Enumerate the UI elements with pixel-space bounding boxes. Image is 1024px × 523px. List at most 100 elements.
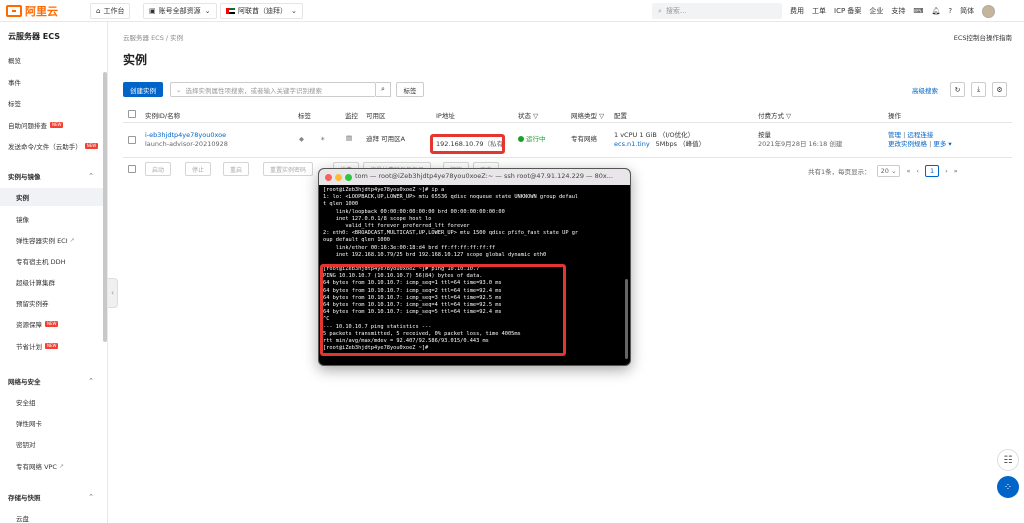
sidebar-item-eci[interactable]: 弹性容器实例 ECI ↗ (0, 231, 104, 249)
terminal-title: tom — root@iZeb3hjdtp4ye78you0xoeZ:~ — s… (355, 172, 613, 180)
sidebar-item-reserved[interactable]: 预留实例券 (0, 294, 104, 312)
page-size-select[interactable]: 20 ⌄ (876, 165, 901, 177)
reset-password-button[interactable]: 重置实例密码 (263, 162, 314, 176)
sidebar-item-cloud-assistant[interactable]: 发送命令/文件（云助手） NEW (0, 137, 104, 155)
sidebar-item-overview[interactable]: 概览 (0, 51, 104, 69)
top-link-icp[interactable]: ICP 备案 (834, 6, 861, 16)
filter-search-input[interactable]: ⌄ 选择实例属性项搜索，或者输入关键字识别搜索 (170, 82, 376, 97)
terminal-line: link/ether 00:16:3e:00:18:d4 brd ff:ff:f… (323, 244, 496, 251)
bell-icon[interactable]: 🔔︎ (932, 7, 941, 15)
terminal-line: inet 192.168.10.79/25 brd 192.168.10.127… (323, 251, 547, 258)
col-pay[interactable]: 付费方式 ▽ (758, 110, 791, 120)
restart-button[interactable]: 重启 (223, 162, 250, 176)
sidebar-group-storage[interactable]: 存储与快照 ⌃ (0, 488, 104, 506)
region-dropdown[interactable]: 阿联酋（迪拜） ⌄ (220, 3, 303, 19)
filter-icon: ▽ (784, 112, 792, 120)
close-window-icon[interactable] (325, 173, 332, 181)
col-tags: 标签 (298, 112, 311, 120)
terminal-line: [root@iZeb3hjdtp4ye78you0xoeZ ~]# ip a (323, 187, 445, 193)
sidebar-item-vpc[interactable]: 专有网络 VPC ↗ (0, 457, 104, 475)
terminal-titlebar[interactable]: tom — root@iZeb3hjdtp4ye78you0xoeZ:~ — s… (319, 169, 630, 185)
top-link-enterprise[interactable]: 企业 (869, 6, 883, 16)
sidebar-item-ddh[interactable]: 专有宿主机 DDH (0, 252, 104, 270)
sidebar-item-resource-guarantee[interactable]: 资源保障 NEW (0, 315, 104, 333)
sidebar-item-scc[interactable]: 超级计算集群 (0, 273, 104, 291)
connect-icon[interactable]: ✶ (320, 135, 325, 144)
sidebar-title: 云服务器 ECS (8, 32, 61, 41)
monitor-icon[interactable]: ▤ (346, 134, 352, 143)
chevron-up-icon: ⌃ (88, 172, 94, 180)
external-link-icon: ↗ (69, 236, 75, 244)
new-badge: NEW (84, 143, 99, 149)
check-circle-icon (518, 136, 524, 142)
row-checkbox[interactable] (128, 136, 136, 144)
global-search-input[interactable]: ⌕ 搜索... (652, 3, 782, 19)
feedback-button[interactable]: ☷ (997, 449, 1019, 471)
remote-connect-link[interactable]: 远程连接 (907, 131, 933, 139)
col-monitor: 监控 (345, 112, 358, 120)
sidebar-scrollbar[interactable] (103, 72, 107, 342)
prev-page-button[interactable]: ‹ (916, 167, 919, 175)
aliyun-logo[interactable]: 阿里云 (6, 4, 58, 18)
network-type: 专有网络 (571, 135, 597, 143)
settings-button[interactable]: ⚙ (992, 82, 1007, 97)
sidebar-item-disk[interactable]: 云盘 (0, 509, 104, 523)
top-link-fee[interactable]: 费用 (790, 6, 804, 16)
sidebar-item-events[interactable]: 事件 (0, 73, 104, 91)
app-grid-button[interactable]: ⁘ (997, 476, 1019, 498)
instance-id-link[interactable]: i-eb3hjdtp4ye78you0xoe (145, 131, 226, 140)
search-button[interactable]: ⌕ (376, 82, 391, 97)
resource-scope-dropdown[interactable]: ▣ 账号全部资源 ⌄ (143, 3, 217, 19)
sidebar-item-tags[interactable]: 标签 (0, 94, 104, 112)
sidebar-item-savings-plan[interactable]: 节省计划 NEW (0, 337, 104, 355)
top-link-support[interactable]: 支持 (891, 6, 905, 16)
instance-type-link[interactable]: ecs.n1.tiny (614, 140, 650, 148)
top-link-ticket[interactable]: 工单 (812, 6, 826, 16)
first-page-button[interactable]: « (906, 167, 910, 175)
start-button[interactable]: 启动 (145, 162, 172, 176)
sidebar-group-instances-images[interactable]: 实例与镜像 ⌃ (0, 167, 104, 185)
col-network[interactable]: 网络类型 ▽ (571, 110, 604, 120)
export-button[interactable]: ⤓ (971, 82, 986, 97)
create-instance-button[interactable]: 创建实例 (123, 82, 163, 97)
help-icon[interactable]: ? (948, 7, 952, 15)
maximize-window-icon[interactable] (345, 173, 352, 181)
tag-filter-button[interactable]: 标签 (396, 82, 424, 97)
bulk-select-checkbox[interactable] (128, 165, 136, 173)
created-time: 2021年9月28日 16:18 创建 (758, 140, 843, 148)
terminal-icon[interactable]: ⌨ (913, 7, 923, 15)
filter-icon: ▽ (531, 112, 539, 120)
chevron-up-icon: ⌃ (88, 493, 94, 501)
refresh-button[interactable]: ↻ (950, 82, 965, 97)
status-badge: 运行中 (518, 135, 546, 144)
sidebar-item-instances[interactable]: 实例 (0, 188, 104, 206)
terminal-line: t qlen 1000 (323, 201, 359, 208)
sidebar-item-keypair[interactable]: 密钥对 (0, 435, 104, 453)
more-actions-link[interactable]: 更多 ▾ (933, 140, 951, 148)
manage-link[interactable]: 管理 (888, 131, 901, 139)
sidebar-item-self-diagnosis[interactable]: 自助问题排查 NEW (0, 116, 104, 134)
new-badge: NEW (45, 343, 59, 349)
select-all-checkbox[interactable] (128, 110, 136, 118)
sidebar-item-security-group[interactable]: 安全组 (0, 393, 104, 411)
table-row: i-eb3hjdtp4ye78you0xoe launch-advisor-20… (123, 125, 1012, 158)
avatar[interactable] (982, 4, 996, 18)
ip-highlight-box (430, 134, 505, 154)
tag-icon[interactable]: ◆ (299, 135, 304, 144)
current-page[interactable]: 1 (925, 165, 940, 177)
col-status[interactable]: 状态 ▽ (518, 110, 538, 120)
sidebar-item-eni[interactable]: 弹性网卡 (0, 414, 104, 432)
change-spec-link[interactable]: 更改实例规格 (888, 140, 927, 148)
language-switch[interactable]: 简体 (960, 6, 974, 16)
next-page-button[interactable]: › (945, 167, 948, 175)
sidebar-item-images[interactable]: 镜像 (0, 210, 104, 228)
gear-icon: ⚙ (996, 85, 1003, 94)
last-page-button[interactable]: » (954, 167, 958, 175)
workbench-button[interactable]: ⌂ 工作台 (90, 3, 131, 19)
terminal-scrollbar[interactable] (625, 279, 628, 359)
help-guide-link[interactable]: ECS控制台操作指南 (954, 32, 1012, 42)
minimize-window-icon[interactable] (335, 173, 342, 181)
stop-button[interactable]: 停止 (185, 162, 212, 176)
advanced-search-link[interactable]: 高级搜索 (912, 85, 938, 95)
sidebar-group-network-security[interactable]: 网络与安全 ⌃ (0, 372, 104, 390)
